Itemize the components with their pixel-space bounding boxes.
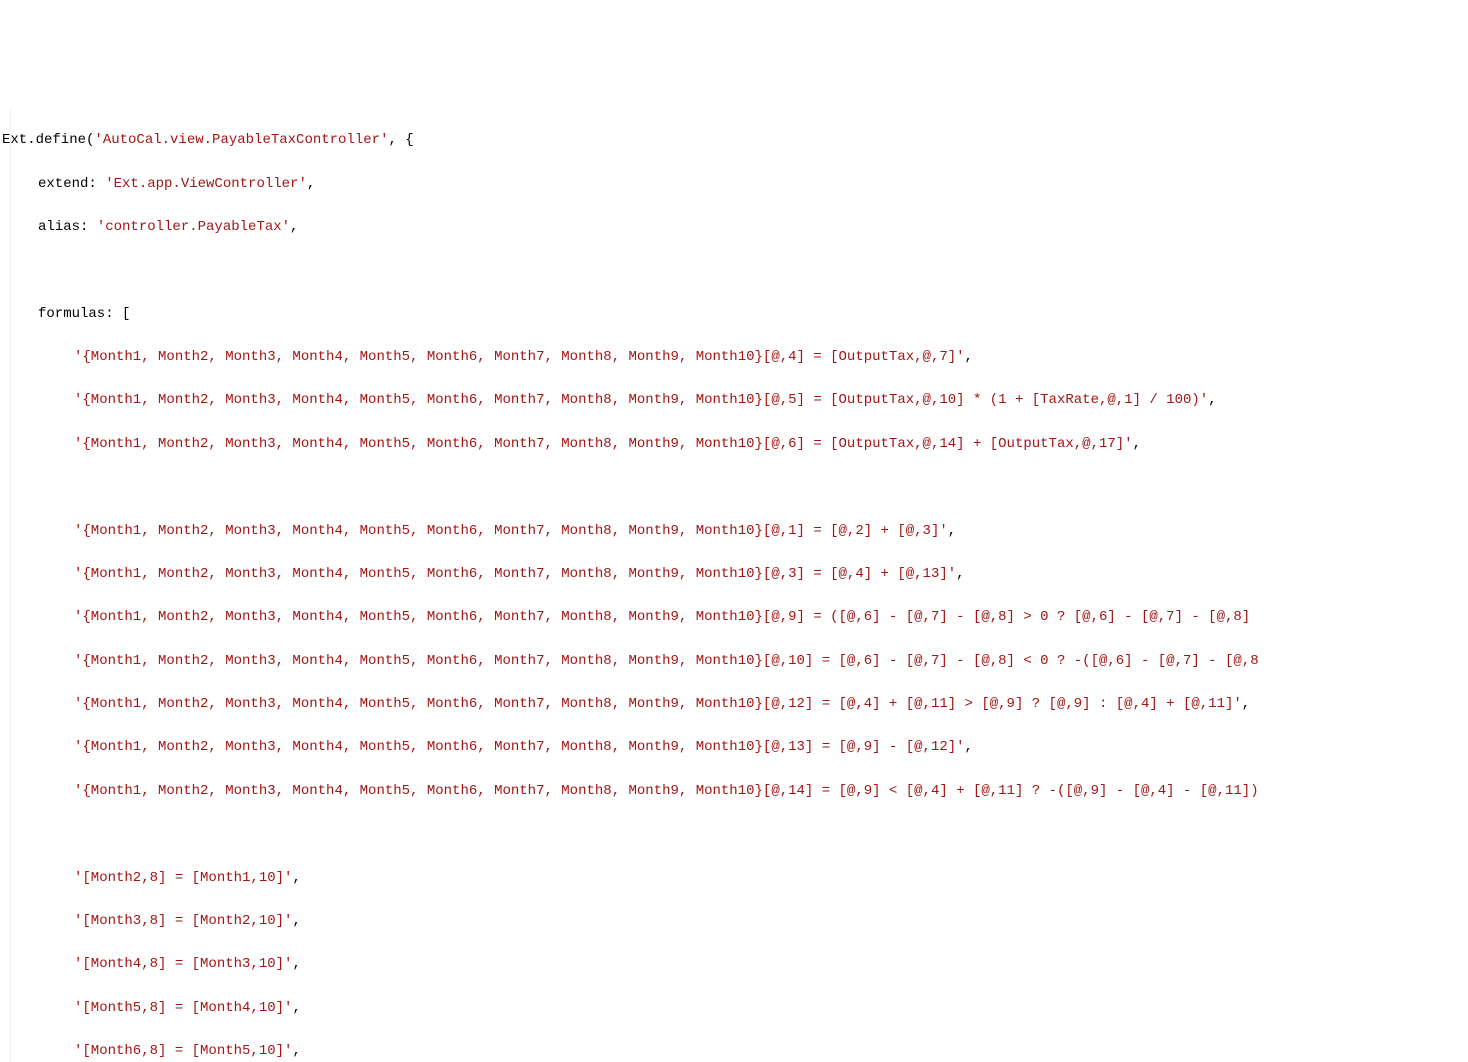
code-line[interactable]: '[Month5,8] = [Month4,10]', [2, 998, 1468, 1020]
code-line[interactable]: '{Month1, Month2, Month3, Month4, Month5… [2, 651, 1468, 673]
token-punct: , [965, 739, 973, 755]
token-punct: , { [388, 132, 413, 148]
token-punct: , [965, 349, 973, 365]
code-line[interactable]: '[Month4,8] = [Month3,10]', [2, 954, 1468, 976]
token-string: '{Month1, Month2, Month3, Month4, Month5… [74, 783, 1259, 799]
token-punct: , [290, 219, 298, 235]
code-editor[interactable]: Ext.define('AutoCal.view.PayableTaxContr… [0, 108, 1468, 1062]
token-string: '{Month1, Month2, Month3, Month4, Month5… [74, 739, 965, 755]
code-line[interactable] [2, 260, 1468, 282]
token-string: 'controller.PayableTax' [97, 219, 290, 235]
token-string: '[Month4,8] = [Month3,10]' [74, 956, 292, 972]
code-line[interactable]: '{Month1, Month2, Month3, Month4, Month5… [2, 434, 1468, 456]
token-string: '[Month2,8] = [Month1,10]' [74, 870, 292, 886]
token-code: formulas: [ [38, 306, 130, 322]
token-string: '{Month1, Month2, Month3, Month4, Month5… [74, 392, 1208, 408]
token-punct: , [307, 176, 315, 192]
code-line[interactable]: formulas: [ [2, 304, 1468, 326]
token-string: 'Ext.app.ViewController' [105, 176, 307, 192]
code-line[interactable]: Ext.define('AutoCal.view.PayableTaxContr… [2, 130, 1468, 152]
token-string: '[Month5,8] = [Month4,10]' [74, 1000, 292, 1016]
token-code: Ext.define( [2, 132, 94, 148]
token-string: '[Month6,8] = [Month5,10]' [74, 1043, 292, 1059]
token-punct: , [1242, 696, 1250, 712]
code-line[interactable]: '{Month1, Month2, Month3, Month4, Month5… [2, 347, 1468, 369]
code-line[interactable] [2, 477, 1468, 499]
token-punct: , [292, 913, 300, 929]
token-punct: , [1133, 436, 1141, 452]
token-punct: , [292, 870, 300, 886]
code-line[interactable]: '{Month1, Month2, Month3, Month4, Month5… [2, 521, 1468, 543]
code-line[interactable] [2, 824, 1468, 846]
token-string: '{Month1, Month2, Month3, Month4, Month5… [74, 609, 1250, 625]
code-line[interactable]: '[Month2,8] = [Month1,10]', [2, 868, 1468, 890]
code-line[interactable]: '[Month6,8] = [Month5,10]', [2, 1041, 1468, 1062]
token-punct: , [292, 1000, 300, 1016]
token-punct: , [956, 566, 964, 582]
token-string: 'AutoCal.view.PayableTaxController' [94, 132, 388, 148]
token-string: '[Month3,8] = [Month2,10]' [74, 913, 292, 929]
code-line[interactable]: '{Month1, Month2, Month3, Month4, Month5… [2, 781, 1468, 803]
token-code: alias: [38, 219, 97, 235]
token-string: '{Month1, Month2, Month3, Month4, Month5… [74, 653, 1259, 669]
code-line[interactable]: '{Month1, Month2, Month3, Month4, Month5… [2, 694, 1468, 716]
token-punct: , [1208, 392, 1216, 408]
code-line[interactable]: alias: 'controller.PayableTax', [2, 217, 1468, 239]
code-line[interactable]: '{Month1, Month2, Month3, Month4, Month5… [2, 607, 1468, 629]
code-line[interactable]: '[Month3,8] = [Month2,10]', [2, 911, 1468, 933]
token-punct: , [292, 956, 300, 972]
token-string: '{Month1, Month2, Month3, Month4, Month5… [74, 696, 1242, 712]
token-string: '{Month1, Month2, Month3, Month4, Month5… [74, 349, 965, 365]
code-line[interactable]: '{Month1, Month2, Month3, Month4, Month5… [2, 737, 1468, 759]
code-line[interactable]: extend: 'Ext.app.ViewController', [2, 174, 1468, 196]
code-line[interactable]: '{Month1, Month2, Month3, Month4, Month5… [2, 564, 1468, 586]
token-string: '{Month1, Month2, Month3, Month4, Month5… [74, 566, 956, 582]
token-string: '{Month1, Month2, Month3, Month4, Month5… [74, 436, 1133, 452]
code-line[interactable]: '{Month1, Month2, Month3, Month4, Month5… [2, 390, 1468, 412]
token-code: extend: [38, 176, 105, 192]
token-punct: , [292, 1043, 300, 1059]
